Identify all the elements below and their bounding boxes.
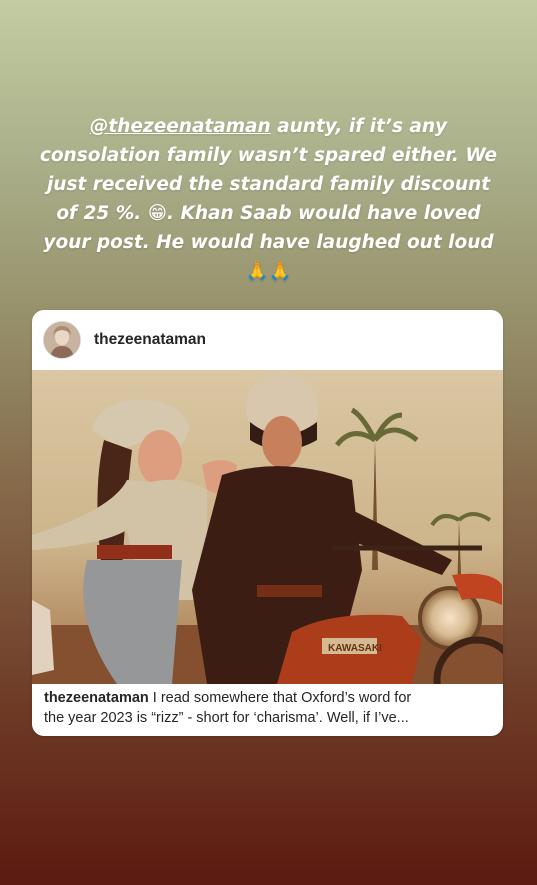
caption-line-1: thezeenataman I read somewhere that Oxfo… — [44, 688, 496, 708]
shared-post-card[interactable]: thezeenataman KAWASAKI thezeenataman I r… — [32, 310, 503, 736]
post-username[interactable]: thezeenataman — [94, 331, 206, 349]
story-line-2: consolation family wasn’t spared either.… — [39, 145, 498, 166]
story-line-5: your post. He would have laughed out lou… — [43, 232, 494, 253]
post-photo[interactable]: KAWASAKI — [32, 370, 503, 684]
mention-link[interactable]: @thezeenataman — [90, 116, 271, 137]
story-text-4a: of 25 %. — [56, 203, 148, 224]
story-line-1: @thezeenataman aunty, if it’s any — [20, 112, 517, 141]
story-text-1: aunty, if it’s any — [270, 116, 448, 137]
praying-hands-emoji-icon: 🙏🙏 — [245, 261, 292, 282]
caption-line-2: the year 2023 is “rizz” - short for ‘cha… — [44, 710, 409, 726]
caption-text-1: I read somewhere that Oxford’s word for — [148, 690, 412, 706]
story-text-4b: . Khan Saab would have loved — [167, 203, 481, 224]
story-line-3: just received the standard family discou… — [46, 174, 491, 195]
post-caption[interactable]: thezeenataman I read somewhere that Oxfo… — [44, 688, 496, 728]
story-line-4: of 25 %. 😁. Khan Saab would have loved — [20, 199, 517, 228]
grinning-emoji-icon: 😁 — [147, 203, 168, 224]
caption-username[interactable]: thezeenataman — [44, 690, 149, 706]
post-header[interactable]: thezeenataman — [32, 310, 503, 370]
avatar[interactable] — [43, 321, 81, 359]
story-text: @thezeenataman aunty, if it’s any consol… — [20, 112, 517, 286]
